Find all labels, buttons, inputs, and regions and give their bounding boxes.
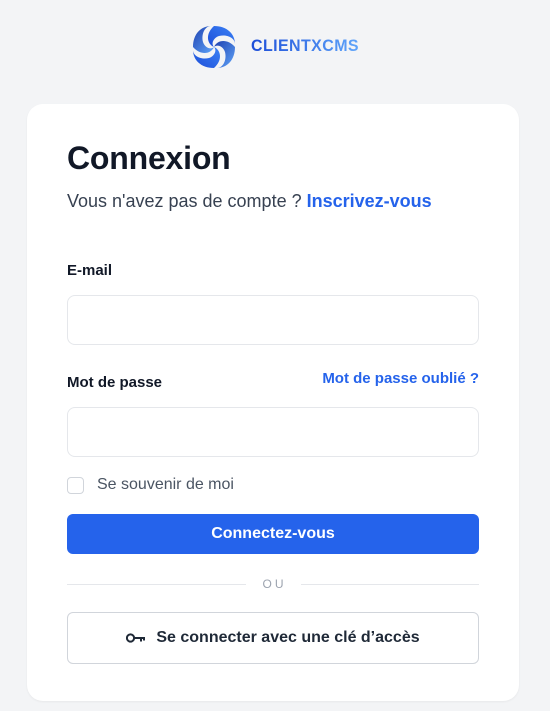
or-divider: OU bbox=[67, 576, 479, 592]
brand-header: CLIENTXCMS bbox=[0, 24, 550, 70]
passkey-login-button[interactable]: Se connecter avec une clé d’accès bbox=[67, 612, 479, 664]
email-label: E-mail bbox=[67, 262, 113, 279]
remember-me-row[interactable]: Se souvenir de moi bbox=[67, 476, 234, 494]
email-field[interactable] bbox=[67, 295, 479, 345]
login-page: CLIENTXCMS Connexion Vous n'avez pas de … bbox=[0, 0, 550, 711]
key-icon bbox=[126, 633, 146, 643]
clientxcms-logo-icon bbox=[193, 26, 235, 68]
password-label: Mot de passe bbox=[67, 374, 163, 391]
divider-line-right bbox=[300, 583, 479, 585]
passkey-label: Se connecter avec une clé d’accès bbox=[156, 629, 420, 646]
register-link[interactable]: Inscrivez-vous bbox=[307, 191, 432, 211]
divider-line-left bbox=[67, 583, 246, 585]
register-prompt: Vous n'avez pas de compte ? Inscrivez-vo… bbox=[67, 191, 432, 212]
login-submit-button[interactable]: Connectez-vous bbox=[67, 514, 479, 554]
remember-me-label: Se souvenir de moi bbox=[97, 476, 234, 493]
login-card: Connexion Vous n'avez pas de compte ? In… bbox=[27, 104, 519, 701]
forgot-password-link[interactable]: Mot de passe oublié ? bbox=[322, 370, 479, 387]
no-account-text: Vous n'avez pas de compte ? bbox=[67, 191, 302, 211]
brand-name: CLIENTXCMS bbox=[251, 37, 359, 56]
remember-me-checkbox[interactable] bbox=[67, 476, 84, 494]
page-title: Connexion bbox=[67, 140, 231, 176]
password-field[interactable] bbox=[67, 407, 479, 457]
divider-text: OU bbox=[262, 577, 287, 591]
